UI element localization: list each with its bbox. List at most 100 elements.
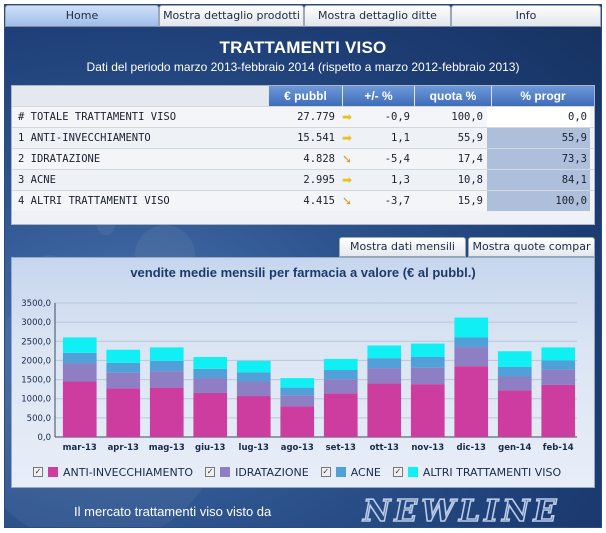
bar-segment <box>62 363 97 382</box>
checkbox-icon[interactable]: ✓ <box>392 467 403 477</box>
checkbox-icon[interactable]: ✓ <box>205 467 216 477</box>
bar-segment <box>541 347 576 361</box>
row-var: 1,3 <box>391 174 410 186</box>
bar-segment <box>280 387 315 396</box>
header-blank <box>12 86 268 106</box>
bar-segment <box>497 376 532 391</box>
bar-segment <box>323 379 358 394</box>
row-var: 1,1 <box>391 132 410 144</box>
bar-segment <box>367 368 402 384</box>
row-quota: 17,4 <box>457 153 483 165</box>
bar-segment <box>410 367 445 385</box>
bar-segment <box>280 395 315 407</box>
x-tick-label: feb-14 <box>543 443 574 453</box>
legend-item-anti-invecchiamento[interactable]: ✓ ANTI-INVECCHIAMENTO <box>33 466 193 479</box>
x-tick-label: nov-13 <box>411 443 444 453</box>
row-pubbl: 4.415 <box>303 195 335 207</box>
legend-item-altri[interactable]: ✓ ALTRI TRATTAMENTI VISO <box>392 466 561 479</box>
row-name: 4 ALTRI TRATTAMENTI VISO <box>18 195 170 207</box>
x-tick-label: dic-13 <box>457 443 486 453</box>
header-progr[interactable]: % progr <box>491 86 594 106</box>
bar-segment <box>454 337 489 348</box>
table-row[interactable]: # TOTALE TRATTAMENTI VISO 27.779 ➡ -0,9 100,… <box>12 106 594 127</box>
bar-segment <box>280 406 315 437</box>
tab-home[interactable]: Home <box>5 5 159 27</box>
row-quota: 15,9 <box>457 195 483 207</box>
bar-segment <box>106 388 141 437</box>
tab-dettaglio-ditte[interactable]: Mostra dettaglio ditte <box>304 5 451 27</box>
row-progr: 73,3 <box>487 149 590 169</box>
legend-label: ACNE <box>350 465 381 479</box>
row-pubbl: 2.995 <box>303 174 335 186</box>
header-pubbl[interactable]: € pubbl <box>268 86 342 106</box>
table-row[interactable]: 2 IDRATAZIONE 4.828 ➘ -5,4 17,4 73,3 <box>12 148 594 169</box>
bar-segment <box>149 371 184 388</box>
bar-segment <box>367 358 402 369</box>
bar-segment <box>193 368 228 379</box>
table-row[interactable]: 4 ALTRI TRATTAMENTI VISO 4.415 ➘ -3,7 15,9 10… <box>12 190 594 211</box>
table-row[interactable]: 1 ANTI-INVECCHIAMENTO 15.541 ➡ 1,1 55,9 55,9 <box>12 127 594 148</box>
arrow-down-icon: ➘ <box>341 194 353 208</box>
legend-item-idratazione[interactable]: ✓ IDRATAZIONE <box>205 466 309 479</box>
bar-segment <box>410 384 445 437</box>
checkbox-icon[interactable]: ✓ <box>320 467 331 477</box>
tab-info[interactable]: Info <box>451 5 601 27</box>
row-name: 1 ANTI-INVECCHIAMENTO <box>18 132 151 144</box>
bar-segment <box>193 356 228 369</box>
x-tick-label: mag-13 <box>149 443 185 453</box>
bar-segment <box>149 387 184 437</box>
header-quota[interactable]: quota % <box>414 86 491 106</box>
row-name: # TOTALE TRATTAMENTI VISO <box>18 111 177 123</box>
row-progr: 100,0 <box>487 191 590 211</box>
x-tick-label: apr-13 <box>108 443 139 453</box>
row-progr: 55,9 <box>487 128 590 148</box>
page-title: TRATTAMENTI VISO <box>219 38 387 57</box>
app-window: Home Mostra dettaglio prodotti Mostra de… <box>4 4 602 528</box>
row-quota: 10,8 <box>457 174 483 186</box>
row-pubbl: 4.828 <box>303 153 335 165</box>
bar-segment <box>541 369 576 385</box>
row-quota: 55,9 <box>457 132 483 144</box>
footer-text: Il mercato trattamenti viso visto da <box>74 504 272 519</box>
bar-segment <box>62 352 97 364</box>
legend-swatch <box>335 467 346 477</box>
page-subtitle: Dati del periodo marzo 2013-febbraio 201… <box>86 60 520 74</box>
bar-segment <box>193 392 228 437</box>
bar-segment <box>497 390 532 437</box>
brand-text: NEWLINE <box>362 494 560 528</box>
bar-segment <box>280 378 315 388</box>
chart-title: vendite medie mensili per farmacia a val… <box>130 265 476 280</box>
bar-segment <box>106 372 141 389</box>
x-tick-label: set-13 <box>326 443 356 453</box>
trend-cell: ➡ <box>338 170 356 190</box>
bar-segment <box>454 347 489 367</box>
bar-segment <box>541 360 576 370</box>
row-pubbl: 27.779 <box>297 111 335 123</box>
y-tick-label: 500,0 <box>27 414 51 424</box>
bar-segment <box>454 366 489 437</box>
data-table: € pubbl +/- % quota % % progr # TOTALE T… <box>11 85 595 225</box>
tab-dettaglio-prodotti[interactable]: Mostra dettaglio prodotti <box>159 5 304 27</box>
legend-swatch <box>220 467 231 477</box>
row-progr: 84,1 <box>487 170 590 190</box>
row-var: -0,9 <box>384 111 410 123</box>
bar-segment <box>149 347 184 361</box>
bar-segment <box>454 317 489 338</box>
legend-swatch <box>48 467 58 477</box>
checkbox-icon[interactable]: ✓ <box>33 467 43 477</box>
bar-segment <box>497 351 532 367</box>
table-body: # TOTALE TRATTAMENTI VISO 27.779 ➡ -0,9 100,… <box>12 106 594 211</box>
tab-dati-mensili[interactable]: Mostra dati mensili <box>339 237 466 257</box>
bar-segment <box>323 358 358 370</box>
newline-logo: NEWLINE <box>361 493 560 528</box>
row-name: 3 ACNE <box>18 174 56 186</box>
legend-item-acne[interactable]: ✓ ACNE <box>320 465 381 479</box>
bar-segment <box>541 384 576 437</box>
trend-cell: ➡ <box>338 107 356 127</box>
header-var[interactable]: +/- % <box>342 86 414 106</box>
tab-quote-comparate[interactable]: Mostra quote compar <box>468 237 595 257</box>
table-row[interactable]: 3 ACNE 2.995 ➡ 1,3 10,8 84,1 <box>12 169 594 190</box>
chart-legend: ✓ ANTI-INVECCHIAMENTO ✓ IDRATAZIONE ✓ AC… <box>33 464 573 480</box>
bar-segment <box>367 345 402 359</box>
y-tick-label: 2000,0 <box>21 356 51 366</box>
